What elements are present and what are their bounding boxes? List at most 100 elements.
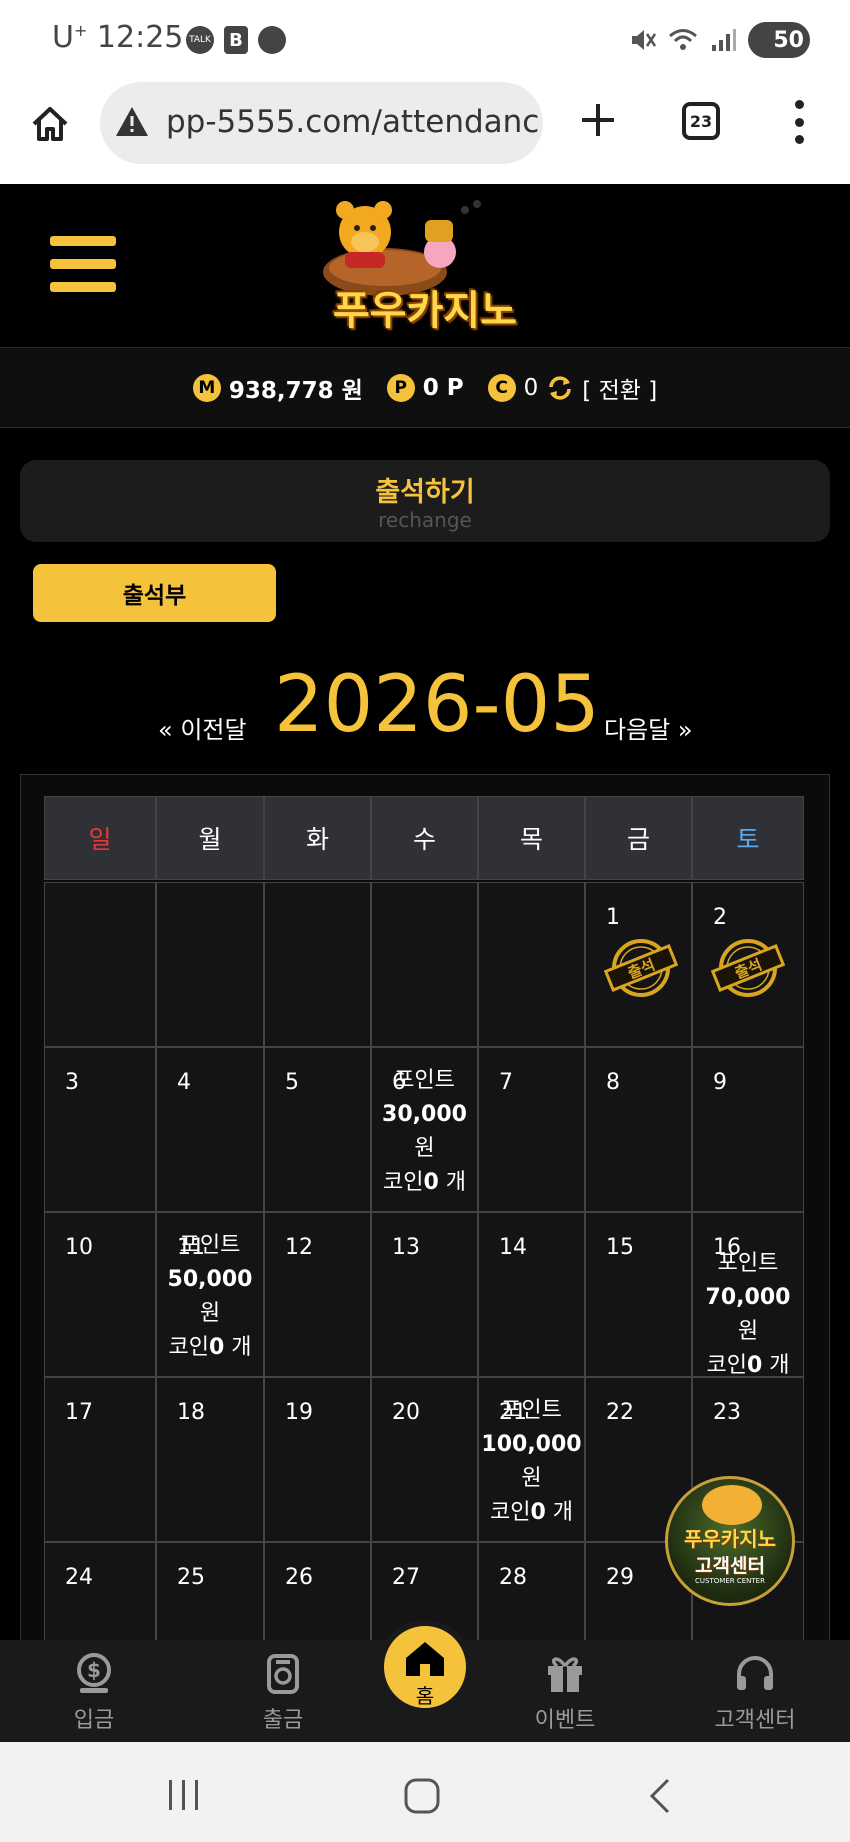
android-nav-bar bbox=[0, 1742, 850, 1842]
nav-event[interactable]: 이벤트 bbox=[505, 1652, 625, 1734]
reward-info: 포인트 50,000 원 코인0 개 bbox=[157, 1229, 263, 1365]
calendar-day-cell bbox=[371, 882, 478, 1047]
svg-text:$: $ bbox=[87, 1658, 101, 1682]
calendar-day-cell[interactable]: 21 포인트 100,000 원 코인0 개 bbox=[478, 1377, 585, 1542]
hamburger-menu-icon[interactable] bbox=[50, 236, 116, 292]
calendar-day-cell[interactable]: 3 bbox=[44, 1047, 156, 1212]
calendar-day-cell bbox=[156, 882, 264, 1047]
calendar-day-cell[interactable]: 14 bbox=[478, 1212, 585, 1377]
nav-event-label: 이벤트 bbox=[534, 1708, 596, 1733]
nav-withdraw[interactable]: 출금 bbox=[223, 1652, 343, 1734]
b-icon: B bbox=[224, 26, 248, 54]
attendance-book-button[interactable]: 출석부 bbox=[33, 564, 276, 622]
day-number: 23 bbox=[713, 1400, 741, 1425]
current-month: 2026-05 bbox=[274, 660, 600, 750]
reward-label: 포인트 bbox=[179, 1233, 241, 1258]
headset-icon bbox=[737, 1656, 773, 1690]
new-tab-icon[interactable] bbox=[578, 100, 618, 140]
prev-month-link[interactable]: « 이전달 bbox=[158, 710, 247, 745]
weekday-header-cell: 일 bbox=[44, 796, 156, 880]
chat-icon bbox=[258, 26, 286, 54]
calendar-weekday-header: 일월화수목금토 bbox=[44, 796, 804, 880]
calendar-day-cell[interactable]: 11 포인트 50,000 원 코인0 개 bbox=[156, 1212, 264, 1377]
coin-balance: 0 bbox=[523, 374, 539, 401]
weekday-header-cell: 금 bbox=[585, 796, 692, 880]
calendar-day-cell[interactable]: 16 포인트 70,000 원 코인0 개 bbox=[692, 1212, 804, 1378]
point-balance: 0 P bbox=[422, 374, 464, 401]
calendar-day-cell[interactable]: 7 bbox=[478, 1047, 585, 1212]
nav-support[interactable]: 고객센터 bbox=[695, 1652, 815, 1734]
weekday-header-cell: 월 bbox=[156, 796, 264, 880]
calendar-week: 3 4 5 6 포인트 30,000 원 코인0 개 7 89 bbox=[44, 1047, 804, 1212]
day-number: 26 bbox=[285, 1565, 313, 1590]
calendar-day-cell[interactable]: 5 bbox=[264, 1047, 371, 1212]
refresh-icon[interactable] bbox=[546, 374, 574, 402]
day-number: 22 bbox=[606, 1400, 634, 1425]
day-number: 28 bbox=[499, 1565, 527, 1590]
url-text[interactable]: pp-5555.com/attendanc bbox=[166, 104, 539, 140]
reward-coins: 코인0 개 bbox=[382, 1170, 467, 1195]
reward-points: 70,000 원 bbox=[705, 1285, 791, 1344]
calendar-day-cell[interactable]: 8 bbox=[585, 1047, 692, 1212]
attendance-header: 출석하기 rechange bbox=[20, 460, 830, 542]
status-bar: U+ 12:25 TALK B 50 bbox=[0, 0, 850, 80]
attendance-stamp-icon: 출석 bbox=[603, 939, 679, 997]
android-home-icon[interactable] bbox=[402, 1776, 442, 1816]
gift-icon bbox=[548, 1657, 582, 1692]
site-logo[interactable]: 푸우카지노 bbox=[305, 190, 545, 340]
day-number: 4 bbox=[177, 1070, 191, 1095]
warning-icon[interactable] bbox=[114, 104, 150, 140]
nav-support-label: 고객센터 bbox=[714, 1708, 796, 1733]
clock: 12:25 bbox=[96, 20, 184, 55]
customer-center-float-button[interactable]: 푸우카지노 고객센터 CUSTOMER CENTER bbox=[665, 1476, 795, 1606]
day-number: 24 bbox=[65, 1565, 93, 1590]
reward-points: 100,000 원 bbox=[481, 1432, 582, 1491]
calendar-day-cell[interactable]: 1 출석 bbox=[585, 882, 692, 1047]
browser-menu-icon[interactable] bbox=[794, 100, 804, 144]
calendar-day-cell[interactable]: 4 bbox=[156, 1047, 264, 1212]
day-number: 9 bbox=[713, 1070, 727, 1095]
calendar-day-cell[interactable]: 12 bbox=[264, 1212, 371, 1377]
home-icon bbox=[406, 1642, 444, 1676]
tab-count: 23 bbox=[689, 111, 713, 131]
calendar-day-cell[interactable]: 6 포인트 30,000 원 코인0 개 bbox=[371, 1047, 478, 1212]
next-month-link[interactable]: 다음달 » bbox=[604, 710, 693, 745]
calendar-day-cell bbox=[44, 882, 156, 1047]
calendar-day-cell[interactable]: 9 bbox=[692, 1047, 804, 1212]
address-bar[interactable]: pp-5555.com/attendanc bbox=[100, 82, 543, 164]
tab-switcher-button[interactable]: 23 bbox=[682, 102, 720, 140]
calendar-day-cell[interactable]: 10 bbox=[44, 1212, 156, 1377]
calendar-day-cell[interactable]: 19 bbox=[264, 1377, 371, 1542]
withdraw-icon bbox=[267, 1654, 299, 1694]
b-label: B bbox=[229, 29, 243, 51]
browser-home-icon[interactable] bbox=[28, 102, 72, 146]
reward-points: 50,000 원 bbox=[167, 1267, 253, 1326]
browser-toolbar: pp-5555.com/attendanc 23 bbox=[0, 80, 850, 184]
calendar-day-cell[interactable]: 18 bbox=[156, 1377, 264, 1542]
calendar-day-cell[interactable]: 17 bbox=[44, 1377, 156, 1542]
day-number: 1 bbox=[606, 905, 620, 930]
nav-deposit[interactable]: $ 입금 bbox=[34, 1652, 154, 1734]
calendar-day-cell[interactable]: 20 bbox=[371, 1377, 478, 1542]
calendar-day-cell[interactable]: 13 bbox=[371, 1212, 478, 1377]
battery-level: 50 bbox=[773, 27, 804, 53]
calendar-week: 10 11 포인트 50,000 원 코인0 개 12 13 14 15 16 포인트 70,000 원… bbox=[44, 1212, 804, 1378]
exchange-link[interactable]: [ 전환 ] bbox=[582, 371, 657, 405]
recent-apps-icon[interactable] bbox=[166, 1778, 202, 1812]
reward-coins: 코인0 개 bbox=[489, 1500, 574, 1525]
calendar-day-cell[interactable]: 2 출석 bbox=[692, 882, 804, 1047]
back-icon[interactable] bbox=[646, 1776, 674, 1816]
coin-icon-letter: C bbox=[495, 377, 508, 398]
calendar-day-cell[interactable]: 15 bbox=[585, 1212, 692, 1377]
reward-info: 포인트 30,000 원 코인0 개 bbox=[372, 1064, 477, 1200]
cs-float-name: 푸우카지노 bbox=[684, 1527, 776, 1551]
day-number: 7 bbox=[499, 1070, 513, 1095]
page-subtitle: rechange bbox=[378, 508, 472, 532]
cs-float-label: 고객센터 bbox=[695, 1555, 765, 1577]
day-number: 13 bbox=[392, 1235, 420, 1260]
nav-home[interactable]: 홈 bbox=[378, 1620, 472, 1714]
carrier-plus: + bbox=[73, 21, 88, 40]
day-number: 19 bbox=[285, 1400, 313, 1425]
day-number: 12 bbox=[285, 1235, 313, 1260]
nav-withdraw-label: 출금 bbox=[262, 1708, 304, 1733]
